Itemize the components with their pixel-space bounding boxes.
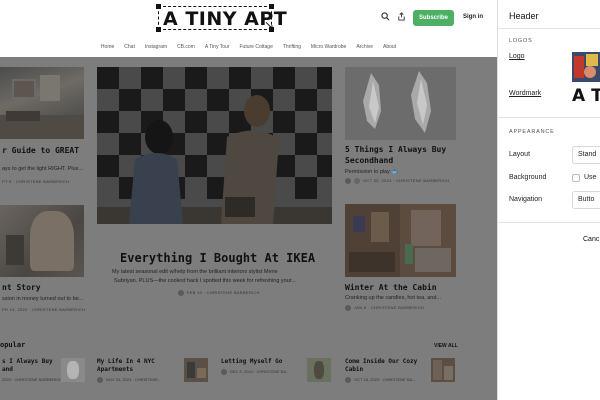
popular-item-3-title-line1[interactable]: Letting Myself Go <box>221 358 282 366</box>
nav-archive[interactable]: Archive <box>356 41 373 54</box>
card-title-left-bottom[interactable]: nt Story <box>2 283 41 292</box>
resize-handle-top-left[interactable] <box>156 4 161 9</box>
card-meta-right-top-text: OCT 30, 2023 · CHRISTENE BARBERICH <box>363 178 450 184</box>
popular-item-3-meta-text: DEC 9, 2024 · CHRISTENE BA... <box>230 369 290 375</box>
header-settings-panel: Header LOGOS Logo Wordmark A TI APPEARAN… <box>497 0 600 400</box>
earrings-photo <box>345 67 456 140</box>
background-checkbox-label[interactable]: Use <box>584 174 596 181</box>
popular-item-2-title-line2[interactable]: Apartments <box>97 366 133 374</box>
card-desc-right-bottom: Cranking up the candles, hot tea, and... <box>345 295 442 301</box>
nav-thrifting[interactable]: Thrifting <box>283 41 301 54</box>
cabin-photo <box>345 204 456 277</box>
resize-cursor-icon: ↘ <box>264 18 275 32</box>
author-avatar <box>221 369 227 375</box>
logo-photo <box>572 52 600 82</box>
sign-in-link[interactable]: Sign in <box>463 14 483 20</box>
logo-image-preview[interactable] <box>572 52 600 82</box>
card-desc-left-top: ays to get the light RIGHT. Plus... <box>2 166 84 172</box>
card-meta-feature: FEB 10 · CHRISTENE BARBERICH <box>178 290 260 296</box>
card-desc-feature-line2: Subriyan. PLUS—the coolest hack I spotte… <box>114 278 296 284</box>
panel-divider <box>498 28 600 29</box>
site-header: A TINY APT ↘ Subscribe Sign in <box>0 0 497 40</box>
view-all-link[interactable]: VIEW ALL <box>434 343 458 349</box>
layout-select[interactable]: Stand <box>572 146 600 164</box>
nav-instagram[interactable]: Instagram <box>145 41 167 54</box>
dimmed-content-area: r Guide to GREAT ays to get the light RI… <box>0 57 497 400</box>
background-checkbox[interactable] <box>572 174 580 182</box>
subscribe-button[interactable]: Subscribe <box>413 10 454 26</box>
card-title-right-bottom[interactable]: Winter At the Cabin <box>345 283 437 292</box>
resize-handle-top-right[interactable] <box>269 4 274 9</box>
card-meta-left-bottom: PR 15, 2022 · CHRISTENE BARBERICH <box>2 307 86 312</box>
card-image-feature[interactable] <box>97 67 332 224</box>
popular-item-2-meta: NOV 20, 2024 · CHRISTENE... <box>97 377 161 383</box>
card-image-right-bottom[interactable] <box>345 204 456 277</box>
nav-chat[interactable]: Chat <box>124 41 135 54</box>
card-meta-right-bottom: JAN 8 · CHRISTENE BARBERICH <box>345 305 424 311</box>
wordmark-selection[interactable]: A TINY APT <box>156 4 287 32</box>
popular-item-4-thumb[interactable] <box>431 358 455 382</box>
card-meta-feature-text: FEB 10 · CHRISTENE BARBERICH <box>187 290 260 296</box>
card-desc-right-top: Permission to play 🐟 <box>345 169 399 175</box>
author-avatar <box>345 178 351 184</box>
feature-photo <box>97 67 332 224</box>
card-title-right-top-line2[interactable]: Secondhand <box>345 156 393 165</box>
wordmark-preview[interactable]: A TI <box>572 86 600 106</box>
popular-item-4-meta: OCT 16, 2023 · CHRISTENE BA... <box>345 377 416 383</box>
card-desc-feature-line1: My latest seasonal edit w/help from the … <box>112 269 278 275</box>
card-meta-right-top: OCT 30, 2023 · CHRISTENE BARBERICH <box>345 178 449 184</box>
panel-divider <box>498 222 600 223</box>
popular-item-2-title-line1[interactable]: My Life In 4 NYC <box>97 358 155 366</box>
card-image-right-top[interactable] <box>345 67 456 140</box>
panel-title: Header <box>509 11 539 21</box>
logo-label[interactable]: Logo <box>509 53 525 60</box>
popular-item-4-title-line2[interactable]: Cabin <box>345 366 363 374</box>
navigation-select[interactable]: Butto <box>572 191 600 209</box>
popular-item-1-title-line2[interactable]: and <box>2 366 13 374</box>
popular-item-2-thumb[interactable] <box>184 358 208 382</box>
popular-item-1-meta: 2023 · CHRISTENE BARBERICH <box>2 377 63 382</box>
logos-section-heading: LOGOS <box>509 38 533 44</box>
card-image-left-bottom[interactable] <box>0 205 84 277</box>
background-label: Background <box>509 174 547 181</box>
card-meta-left-top: PT 5 · CHRISTENE BARBERICH <box>2 179 70 184</box>
card-image-left-top[interactable] <box>0 67 84 139</box>
popular-item-2-meta-text: NOV 20, 2024 · CHRISTENE... <box>106 377 162 383</box>
search-icon[interactable] <box>381 12 390 24</box>
popular-item-4-meta-text: OCT 16, 2023 · CHRISTENE BA... <box>354 377 416 383</box>
nav-future-cottage[interactable]: Future Cottage <box>240 41 273 54</box>
card-meta-right-bottom-text: JAN 8 · CHRISTENE BARBERICH <box>354 305 425 311</box>
share-icon[interactable] <box>397 12 406 24</box>
layout-label: Layout <box>509 151 531 158</box>
wordmark-label[interactable]: Wordmark <box>509 90 541 97</box>
site-preview: A TINY APT ↘ Subscribe Sign in Home Chat… <box>0 0 497 400</box>
popular-item-4-title-line1[interactable]: Come Inside Our Cozy <box>345 358 417 366</box>
popular-item-3-meta: DEC 9, 2024 · CHRISTENE BA... <box>221 369 289 375</box>
card-desc-left-bottom: ssion in money turned out to be... <box>2 296 84 302</box>
cancel-button[interactable]: Canc <box>583 236 599 243</box>
nav-home[interactable]: Home <box>101 41 114 54</box>
popular-heading: opular <box>0 341 26 349</box>
panel-divider <box>498 117 600 118</box>
card-title-left-top[interactable]: r Guide to GREAT <box>2 146 79 155</box>
popular-item-3-thumb[interactable] <box>307 358 331 382</box>
card-title-right-top-line1[interactable]: 5 Things I Always Buy <box>345 145 446 154</box>
author-avatar <box>178 290 184 296</box>
nav-cb-com[interactable]: CB.com <box>177 41 195 54</box>
nav-micro-wardrobe[interactable]: Micro Wardrobe <box>311 41 346 54</box>
popular-item-1-thumb[interactable] <box>61 358 85 382</box>
nav-a-tiny-tour[interactable]: A Tiny Tour <box>205 41 230 54</box>
nav-about[interactable]: About <box>383 41 396 54</box>
navigation-label: Navigation <box>509 196 543 203</box>
appearance-section-heading: APPEARANCE <box>509 129 555 135</box>
resize-handle-bottom-left[interactable] <box>156 27 161 32</box>
card-title-feature[interactable]: Everything I Bought At IKEA <box>120 251 315 265</box>
author-avatar <box>345 305 351 311</box>
popular-item-1-title-line1[interactable]: s I Always Buy <box>2 358 53 366</box>
site-nav: Home Chat Instagram CB.com A Tiny Tour F… <box>0 41 497 54</box>
comment-icon <box>354 178 360 184</box>
author-avatar <box>97 377 103 383</box>
author-avatar <box>345 377 351 383</box>
